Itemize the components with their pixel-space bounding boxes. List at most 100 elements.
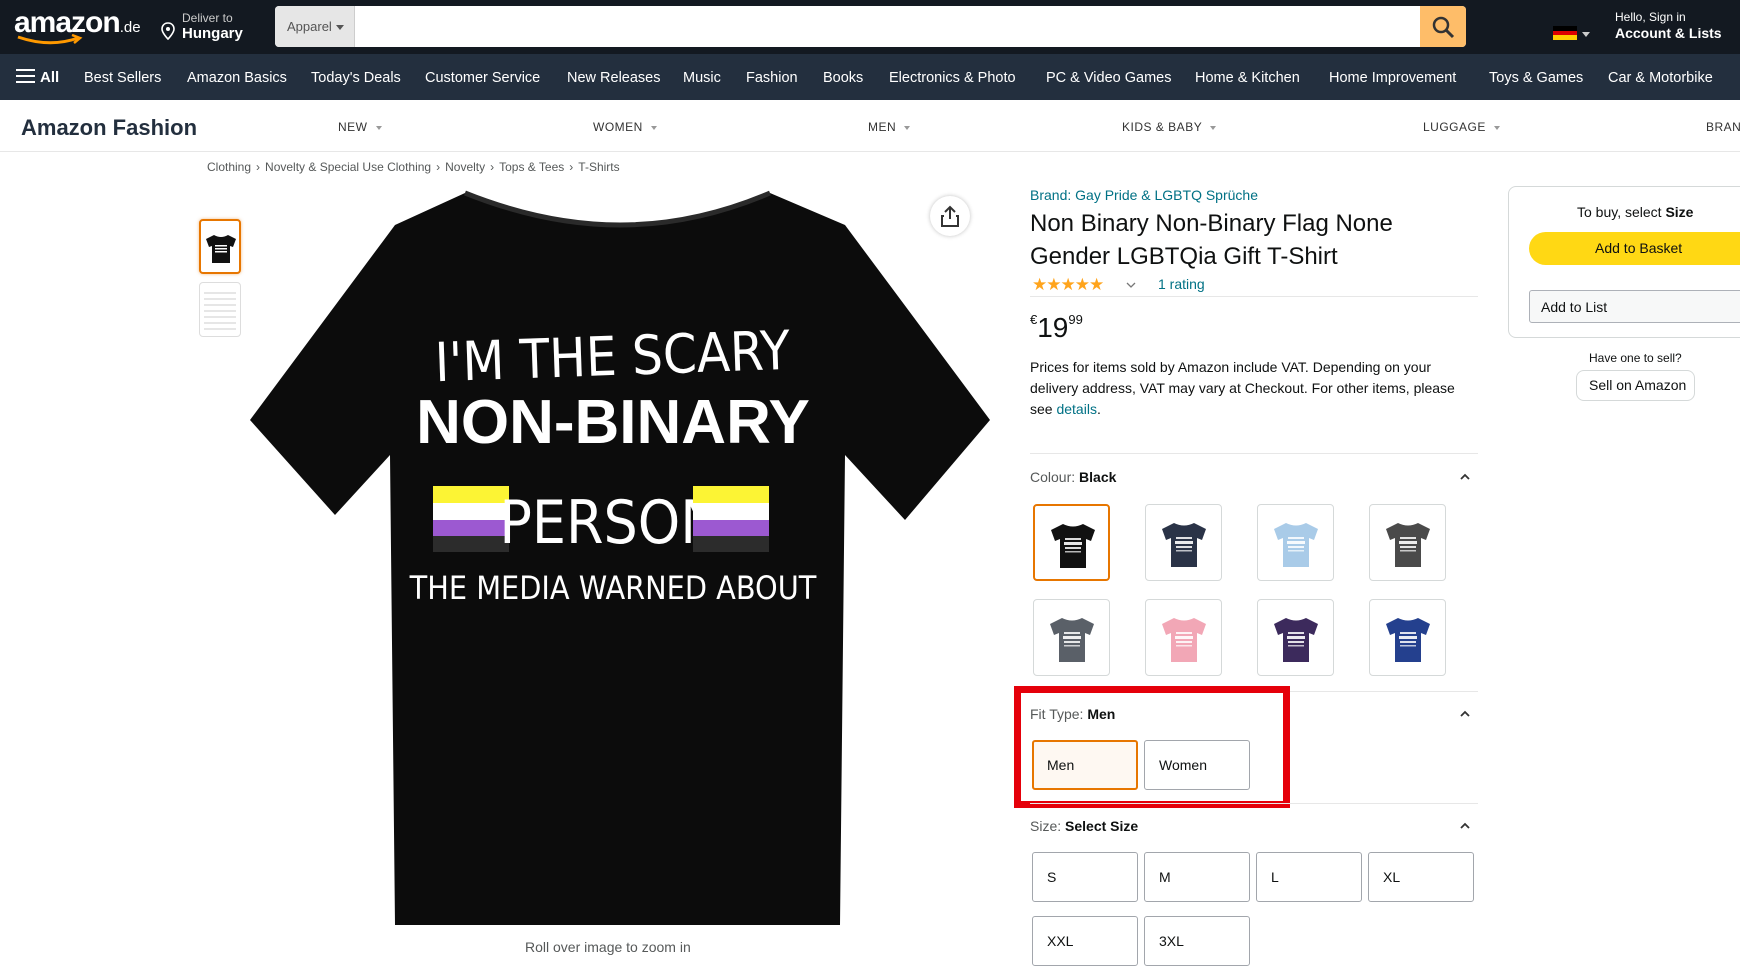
nav-best-sellers[interactable]: Best Sellers [84,70,161,86]
size-option-s[interactable]: S [1032,852,1138,902]
logo-smile-icon [17,34,83,45]
search-input[interactable] [357,6,1407,47]
colour-swatch[interactable] [1145,504,1222,581]
nav-car-motorbike[interactable]: Car & Motorbike [1608,70,1713,86]
fashion-menu-men[interactable]: MEN [868,120,911,134]
account-menu[interactable]: Hello, Sign in Account & Lists [1615,10,1722,41]
breadcrumb: Clothing › Novelty & Special Use Clothing ›… [207,160,620,174]
fashion-menu-new[interactable]: NEW [338,120,382,134]
search-category-dropdown[interactable]: Apparel [275,6,355,47]
chevron-up-icon[interactable] [1460,822,1470,830]
amazon-fashion-bar: Amazon Fashion NEW WOMEN MEN KIDS & BABY… [0,100,1740,152]
chevron-down-icon[interactable] [1126,281,1136,289]
vat-details-link[interactable]: details [1056,401,1096,417]
add-to-basket-button[interactable]: Add to Basket [1529,232,1740,265]
product-main-image[interactable]: I'M THE SCARY NON-BINARY PERSON THE MEDI… [245,185,990,930]
star-rating[interactable]: ★★★★★ [1032,275,1104,295]
colour-swatch[interactable] [1145,599,1222,676]
breadcrumb-link[interactable]: Tops & Tees [499,160,564,174]
share-button[interactable] [930,196,970,236]
price-fraction: 99 [1068,312,1083,327]
chevron-down-icon [1493,125,1500,130]
rating-count-link[interactable]: 1 rating [1158,276,1205,292]
size-option-l[interactable]: L [1256,852,1362,902]
shirt-text-line1: I'M THE SCARY [434,319,792,394]
size-option-m[interactable]: M [1144,852,1250,902]
colour-swatch[interactable] [1257,599,1334,676]
breadcrumb-separator: › [490,160,495,174]
size-label-text: Size: [1030,818,1066,834]
breadcrumb-link[interactable]: Novelty [445,160,485,174]
nav-electronics-photo[interactable]: Electronics & Photo [889,70,1016,86]
fashion-menu-brands[interactable]: BRAN [1706,120,1740,134]
shirt-text-line3: PERSON [499,488,720,558]
nav-books[interactable]: Books [823,70,863,86]
fashion-menu-women[interactable]: WOMEN [593,120,657,134]
brand-link[interactable]: Brand: Gay Pride & LGBTQ Sprüche [1030,187,1258,203]
nav-todays-deals[interactable]: Today's Deals [311,70,401,86]
fashion-menu-label: WOMEN [593,120,643,134]
chevron-down-icon [375,125,382,130]
colour-swatch[interactable] [1033,599,1110,676]
chevron-up-icon[interactable] [1460,710,1470,718]
size-option-xl[interactable]: XL [1368,852,1474,902]
nav-fashion[interactable]: Fashion [746,70,798,86]
chevron-down-icon [1582,32,1590,37]
deliver-country: Hungary [182,25,243,42]
fashion-menu-kids-baby[interactable]: KIDS & BABY [1122,120,1217,134]
vat-text-end: . [1096,401,1101,417]
nav-music[interactable]: Music [683,70,721,86]
fashion-menu-luggage[interactable]: LUGGAGE [1423,120,1500,134]
colour-swatch[interactable] [1033,504,1110,581]
nav-pc-video-games[interactable]: PC & Video Games [1046,70,1171,86]
add-to-list-button[interactable]: Add to List [1529,290,1740,323]
location-pin-icon [161,22,175,40]
colour-swatch[interactable] [1369,599,1446,676]
colour-swatch[interactable] [1257,504,1334,581]
tshirt-swatch-icon [1050,618,1094,662]
image-thumbnail-1[interactable] [199,219,241,274]
breadcrumb-link[interactable]: Clothing [207,160,251,174]
size-option-3xl[interactable]: 3XL [1144,916,1250,966]
image-thumbnail-2[interactable] [199,282,241,337]
chevron-down-icon [904,125,911,130]
secondary-navbar: All Best Sellers Amazon Basics Today's D… [0,54,1740,100]
nav-amazon-basics[interactable]: Amazon Basics [187,70,287,86]
size-option-xxl[interactable]: XXL [1032,916,1138,966]
top-navbar: amazon.de Deliver to Hungary Apparel Hel… [0,0,1740,54]
chevron-down-icon [335,25,344,31]
colour-swatch[interactable] [1369,504,1446,581]
zoom-hint: Roll over image to zoom in [525,939,691,955]
breadcrumb-link[interactable]: T-Shirts [578,160,619,174]
fashion-menu-label: KIDS & BABY [1122,120,1203,134]
fashion-menu-label: BRAN [1706,120,1740,134]
fashion-store-title[interactable]: Amazon Fashion [21,115,197,141]
divider [1030,453,1478,454]
nav-home-kitchen[interactable]: Home & Kitchen [1195,70,1300,86]
fashion-menu-label: MEN [868,120,897,134]
colour-label-text: Colour: [1030,469,1080,485]
highlight-annotation-box [1014,686,1290,808]
tshirt-swatch-icon [1274,523,1318,567]
deliver-label: Deliver to [182,11,233,25]
breadcrumb-separator: › [569,160,574,174]
nonbinary-flag-left [433,486,509,552]
tshirt-body [250,193,990,925]
tshirt-swatch-icon [1386,618,1430,662]
breadcrumb-link[interactable]: Novelty & Special Use Clothing [265,160,431,174]
nav-toys-games[interactable]: Toys & Games [1489,70,1583,86]
nav-customer-service[interactable]: Customer Service [425,70,540,86]
search-icon [1432,16,1455,39]
search-button[interactable] [1420,6,1466,47]
size-selected-value: Select Size [1065,818,1139,834]
logo-tld: .de [119,19,141,36]
tshirt-swatch-icon [1051,524,1095,568]
germany-flag-icon[interactable] [1553,26,1577,40]
size-chart-thumbnail-icon [204,292,236,330]
nav-home-improvement[interactable]: Home Improvement [1329,70,1456,86]
chevron-up-icon[interactable] [1460,473,1470,481]
breadcrumb-separator: › [436,160,441,174]
nav-new-releases[interactable]: New Releases [567,70,661,86]
sell-on-amazon-button[interactable]: Sell on Amazon [1576,370,1695,401]
all-menu-button[interactable]: All [16,69,59,86]
